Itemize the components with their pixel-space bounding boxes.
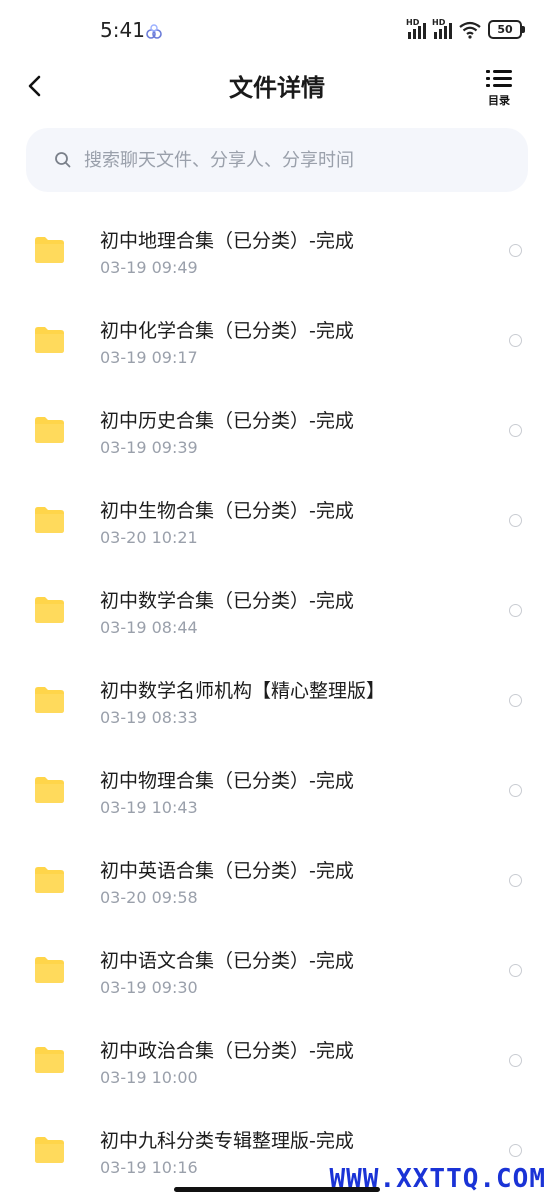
file-name: 初中九科分类专辑整理版-完成 <box>100 1130 354 1152</box>
folder-icon <box>35 957 64 983</box>
file-name: 初中语文合集（已分类）-完成 <box>100 950 354 972</box>
file-date: 03-19 09:49 <box>100 258 198 277</box>
file-item-6[interactable]: 初中物理合集（已分类）-完成 03-19 10:43 <box>0 732 554 822</box>
select-radio[interactable] <box>509 424 522 437</box>
file-name: 初中数学合集（已分类）-完成 <box>100 590 354 612</box>
search-input[interactable] <box>82 148 486 172</box>
folder-icon <box>35 777 64 803</box>
folder-icon <box>35 327 64 353</box>
file-date: 03-20 10:21 <box>100 528 198 547</box>
file-date: 03-20 09:58 <box>100 888 198 907</box>
folder-icon <box>35 597 64 623</box>
status-bar: 5:41 HD HD 50 <box>0 0 554 62</box>
folder-icon <box>35 1047 64 1073</box>
watermark: WWW.XXTTQ.COM <box>329 1164 546 1194</box>
folder-icon <box>35 687 64 713</box>
app-notification-icon <box>146 24 162 39</box>
file-name: 初中物理合集（已分类）-完成 <box>100 770 354 792</box>
toc-label: 目录 <box>488 94 510 107</box>
page-title: 文件详情 <box>229 74 325 102</box>
file-item-9[interactable]: 初中政治合集（已分类）-完成 03-19 10:00 <box>0 1002 554 1092</box>
file-name: 初中政治合集（已分类）-完成 <box>100 1040 354 1062</box>
file-item-1[interactable]: 初中化学合集（已分类）-完成 03-19 09:17 <box>0 282 554 372</box>
select-radio[interactable] <box>509 334 522 347</box>
select-radio[interactable] <box>509 514 522 527</box>
folder-icon <box>35 1137 64 1163</box>
file-item-3[interactable]: 初中生物合集（已分类）-完成 03-20 10:21 <box>0 462 554 552</box>
search-icon <box>55 152 71 168</box>
header: 文件详情 目录 <box>0 62 554 110</box>
signal-icon-1: HD <box>406 18 426 39</box>
file-name: 初中地理合集（已分类）-完成 <box>100 230 354 252</box>
file-date: 03-19 10:43 <box>100 798 198 817</box>
select-radio[interactable] <box>509 964 522 977</box>
file-item-7[interactable]: 初中英语合集（已分类）-完成 03-20 09:58 <box>0 822 554 912</box>
select-radio[interactable] <box>509 694 522 707</box>
folder-icon <box>35 507 64 533</box>
file-date: 03-19 10:00 <box>100 1068 198 1087</box>
list-icon <box>486 70 512 87</box>
file-item-2[interactable]: 初中历史合集（已分类）-完成 03-19 09:39 <box>0 372 554 462</box>
file-item-5[interactable]: 初中数学名师机构【精心整理版】 03-19 08:33 <box>0 642 554 732</box>
select-radio[interactable] <box>509 604 522 617</box>
signal-icon-2: HD <box>432 18 452 39</box>
file-name: 初中化学合集（已分类）-完成 <box>100 320 354 342</box>
toc-button[interactable]: 目录 <box>484 68 514 107</box>
file-name: 初中英语合集（已分类）-完成 <box>100 860 354 882</box>
file-name: 初中数学名师机构【精心整理版】 <box>100 680 386 702</box>
battery-icon: 50 <box>488 20 525 39</box>
folder-icon <box>35 867 64 893</box>
file-item-4[interactable]: 初中数学合集（已分类）-完成 03-19 08:44 <box>0 552 554 642</box>
file-list: 初中地理合集（已分类）-完成 03-19 09:49 初中化学合集（已分类）-完… <box>0 192 554 1182</box>
file-date: 03-19 09:17 <box>100 348 198 367</box>
file-date: 03-19 09:30 <box>100 978 198 997</box>
folder-icon <box>35 237 64 263</box>
wifi-icon <box>459 21 481 39</box>
file-date: 03-19 09:39 <box>100 438 198 457</box>
select-radio[interactable] <box>509 784 522 797</box>
file-date: 03-19 08:33 <box>100 708 198 727</box>
file-name: 初中历史合集（已分类）-完成 <box>100 410 354 432</box>
select-radio[interactable] <box>509 244 522 257</box>
file-date: 03-19 08:44 <box>100 618 198 637</box>
select-radio[interactable] <box>509 1054 522 1067</box>
file-name: 初中生物合集（已分类）-完成 <box>100 500 354 522</box>
search-bar[interactable] <box>26 128 528 192</box>
select-radio[interactable] <box>509 1144 522 1157</box>
folder-icon <box>35 417 64 443</box>
select-radio[interactable] <box>509 874 522 887</box>
file-item-8[interactable]: 初中语文合集（已分类）-完成 03-19 09:30 <box>0 912 554 1002</box>
file-date: 03-19 10:16 <box>100 1158 198 1177</box>
status-time: 5:41 <box>100 18 145 42</box>
file-item-0[interactable]: 初中地理合集（已分类）-完成 03-19 09:49 <box>0 192 554 282</box>
